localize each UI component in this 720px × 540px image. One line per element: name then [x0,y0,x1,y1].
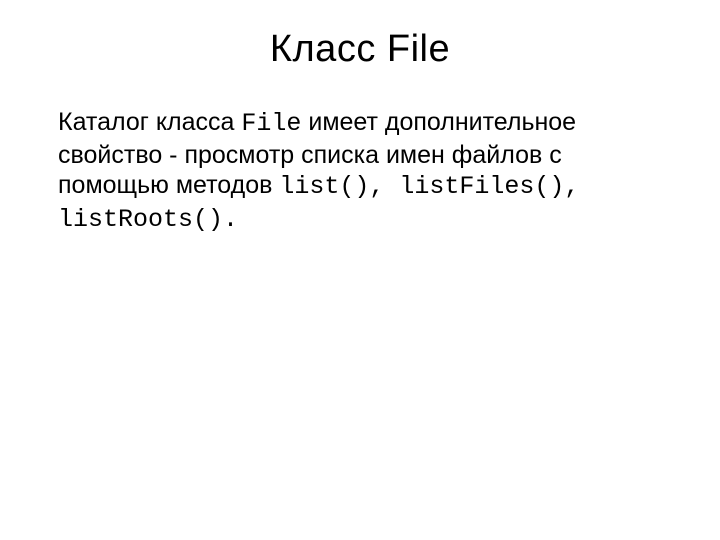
slide: Класс File Каталог класса File имеет доп… [0,0,720,540]
sep-2: , [564,172,579,201]
code-list: list() [279,172,369,201]
code-listfiles: listFiles() [399,172,564,201]
body-text-1: Каталог класса [58,108,241,136]
code-listroots: listRoots() [58,205,223,234]
slide-title: Класс File [58,28,662,71]
code-file: File [241,109,301,138]
sep-1: , [369,172,399,201]
slide-body: Каталог класса File имеет дополнительное… [58,107,662,235]
period: . [223,205,238,234]
